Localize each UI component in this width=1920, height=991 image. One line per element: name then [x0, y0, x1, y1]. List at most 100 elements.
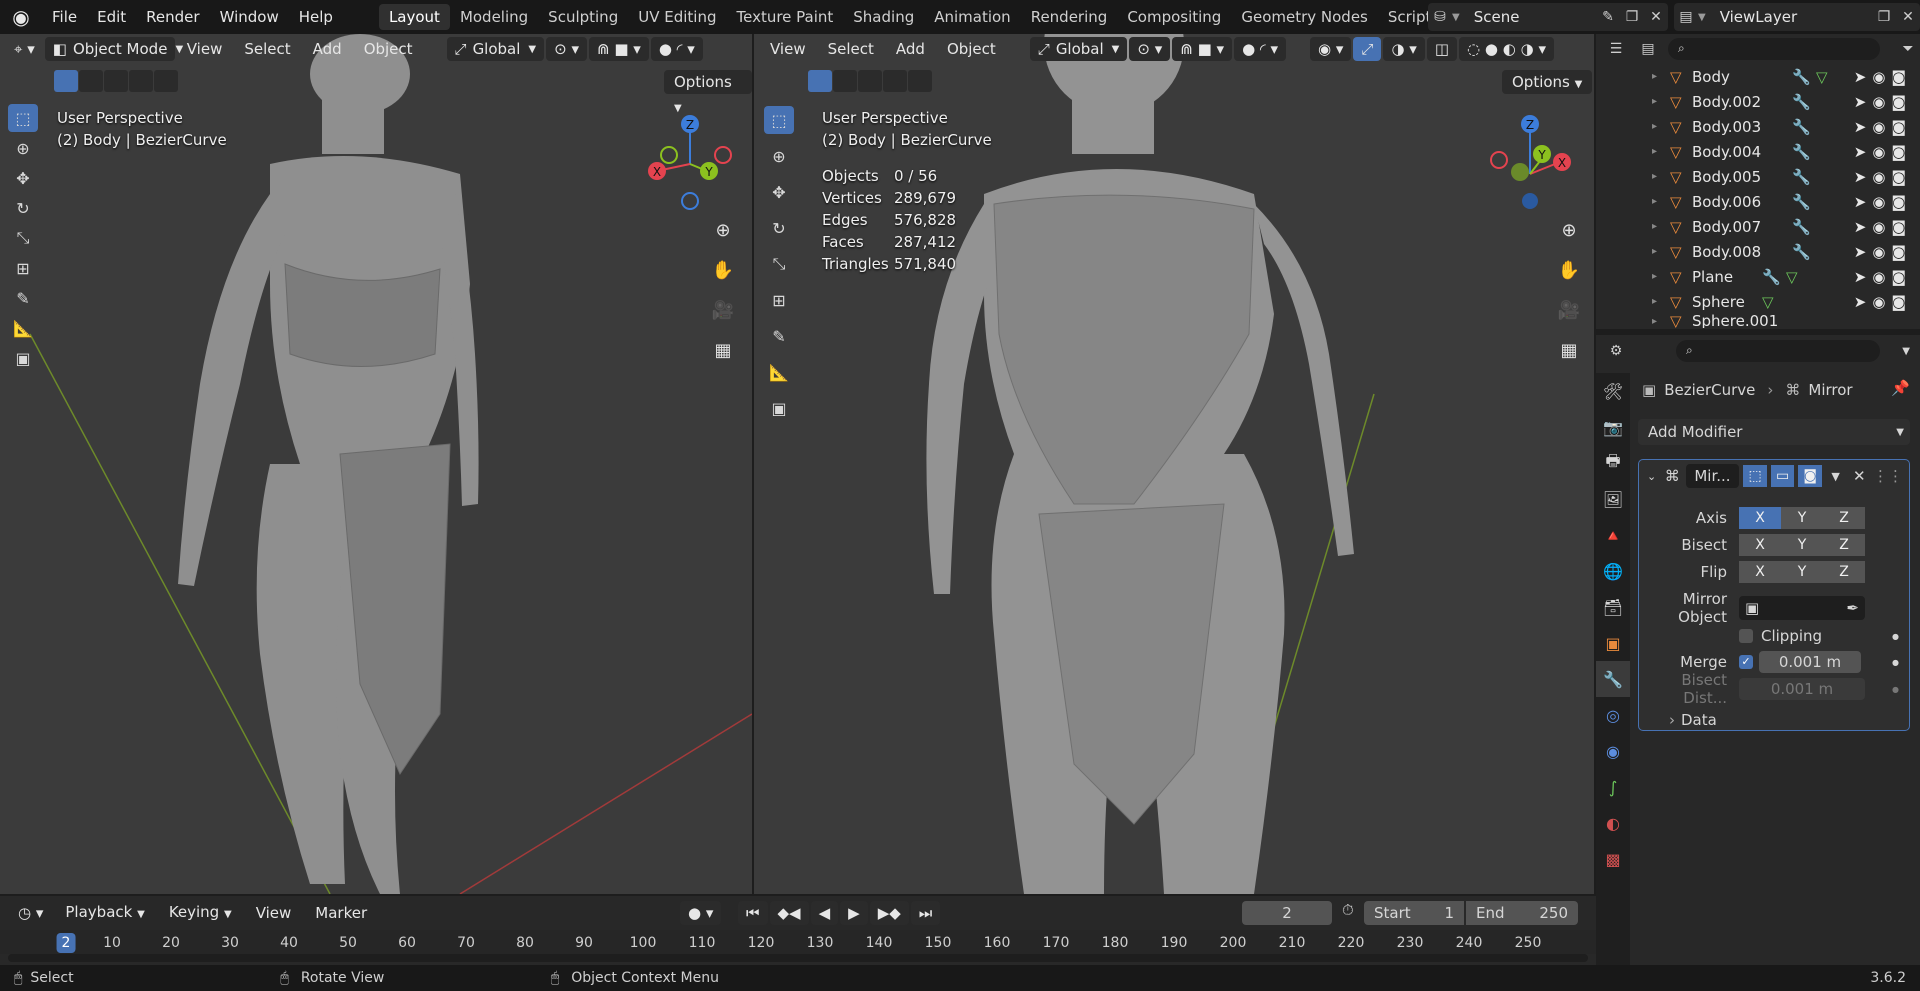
- scene-selector[interactable]: ⛁ ▼ Scene ✎ ❐ ✕: [1428, 3, 1668, 31]
- visibility-icons[interactable]: ➤◉◙: [1854, 118, 1912, 136]
- render-tab-icon[interactable]: 📷: [1596, 409, 1630, 445]
- collection-tab-icon[interactable]: 🗃: [1596, 589, 1630, 625]
- timeline-scrollbar[interactable]: [8, 954, 1588, 962]
- move-tool-icon[interactable]: ✥: [8, 164, 38, 192]
- annotate-tool-icon[interactable]: ✎: [764, 322, 794, 350]
- play-reverse-icon[interactable]: ◀: [810, 901, 839, 925]
- pivot-dropdown[interactable]: ⊙ ▾: [1129, 37, 1171, 61]
- add-cube-tool-icon[interactable]: ▣: [8, 344, 38, 372]
- visibility-icons[interactable]: ➤◉◙: [1854, 293, 1912, 311]
- drag-handle-icon[interactable]: ⋮⋮: [1873, 467, 1903, 485]
- flip-y-toggle[interactable]: Y: [1781, 560, 1823, 583]
- selection-mode-buttons[interactable]: [54, 70, 179, 92]
- list-item[interactable]: ▸ ▽ Plane 🔧 ▽ ➤◉◙: [1652, 264, 1920, 289]
- flip-z-toggle[interactable]: Z: [1823, 560, 1865, 583]
- new-view-layer-icon[interactable]: ❐: [1872, 5, 1896, 29]
- jump-end-icon[interactable]: ⏭: [910, 901, 941, 925]
- menu-window[interactable]: Window: [210, 0, 289, 34]
- keyframe-dot-icon[interactable]: ●: [1892, 632, 1899, 641]
- rotate-tool-icon[interactable]: ↻: [8, 194, 38, 222]
- scene-name[interactable]: Scene: [1474, 8, 1596, 26]
- select-tool-icon[interactable]: ⬚: [764, 106, 794, 134]
- list-item[interactable]: ▸ ▽ Body.005 🔧 ➤◉◙: [1652, 164, 1920, 189]
- menu-object[interactable]: Object: [937, 34, 1006, 64]
- grid-icon[interactable]: ▦: [1553, 334, 1585, 366]
- expand-icon[interactable]: ▸: [1652, 196, 1670, 207]
- record-button[interactable]: ● ▾: [680, 901, 722, 925]
- close-icon[interactable]: ✕: [1849, 467, 1869, 485]
- playback-menu[interactable]: Playback ▼: [55, 897, 154, 930]
- filter-icon[interactable]: ⏷: [1896, 37, 1920, 61]
- menu-help[interactable]: Help: [289, 0, 343, 34]
- merge-distance-field[interactable]: 0.001 m: [1759, 651, 1861, 673]
- list-item[interactable]: ▸ ▽ Body.002 🔧 ➤◉◙: [1652, 89, 1920, 114]
- object-mode-dropdown[interactable]: ◧ Object Mode ▼: [44, 37, 183, 61]
- select-intersect-icon[interactable]: [908, 70, 932, 92]
- modifier-name-field[interactable]: Mir...: [1686, 464, 1740, 488]
- menu-view[interactable]: View: [246, 898, 302, 928]
- clipping-checkbox[interactable]: [1739, 629, 1753, 643]
- list-item[interactable]: ▸ ▽ Body.006 🔧 ➤◉◙: [1652, 189, 1920, 214]
- pin-icon[interactable]: ✎: [1596, 5, 1620, 29]
- chevron-down-icon[interactable]: ▼: [1826, 470, 1846, 483]
- expand-icon[interactable]: ▸: [1652, 71, 1670, 82]
- zoom-icon[interactable]: ⊕: [1553, 214, 1585, 246]
- timeline-editor-icon[interactable]: ◷ ▾: [10, 901, 51, 925]
- pivot-dropdown[interactable]: ⊙ ▾: [546, 37, 587, 61]
- visibility-icons[interactable]: ➤◉◙: [1854, 218, 1912, 236]
- expand-icon[interactable]: ▸: [1652, 246, 1670, 257]
- texture-tab-icon[interactable]: ▩: [1596, 841, 1630, 877]
- cursor-tool-icon[interactable]: ⊕: [8, 134, 38, 162]
- orientation-dropdown[interactable]: ⤢ Global ▼: [446, 37, 545, 61]
- tab-layout[interactable]: Layout: [378, 4, 450, 30]
- scale-tool-icon[interactable]: ⤡: [764, 250, 794, 278]
- jump-start-icon[interactable]: ⏮: [738, 901, 768, 925]
- add-modifier-dropdown[interactable]: Add Modifier ▼: [1638, 419, 1910, 445]
- keying-menu[interactable]: Keying ▼: [159, 897, 242, 930]
- viewport-toggle-icon[interactable]: ▭: [1770, 465, 1795, 487]
- visibility-icons[interactable]: ➤◉◙: [1854, 243, 1912, 261]
- navigation-gizmo-left[interactable]: Z X Y: [640, 104, 740, 214]
- tab-rendering[interactable]: Rendering: [1021, 4, 1118, 30]
- visibility-icons[interactable]: ➤◉◙: [1854, 268, 1912, 286]
- menu-file[interactable]: File: [42, 0, 87, 34]
- menu-view[interactable]: View: [177, 34, 233, 64]
- start-frame-field[interactable]: Start 1: [1364, 901, 1464, 925]
- curve-data-tab-icon[interactable]: ∫: [1596, 769, 1630, 805]
- tab-animation[interactable]: Animation: [924, 4, 1020, 30]
- particles-tab-icon[interactable]: ◎: [1596, 697, 1630, 733]
- xray-toggle[interactable]: ◫: [1426, 37, 1458, 61]
- measure-tool-icon[interactable]: 📐: [8, 314, 38, 342]
- visibility-icons[interactable]: ➤◉◙: [1854, 168, 1912, 186]
- transform-tool-icon[interactable]: ⊞: [764, 286, 794, 314]
- axis-x-toggle[interactable]: X: [1739, 506, 1781, 529]
- tab-texture-paint[interactable]: Texture Paint: [726, 4, 843, 30]
- prev-keyframe-icon[interactable]: ◆◀: [769, 901, 809, 925]
- bisect-distance-field[interactable]: 0.001 m: [1739, 678, 1865, 700]
- object-tab-icon[interactable]: ▣: [1596, 625, 1630, 661]
- tab-compositing[interactable]: Compositing: [1117, 4, 1231, 30]
- camera-icon[interactable]: 🎥: [707, 294, 739, 326]
- outliner-editor-icon[interactable]: ☰: [1604, 37, 1628, 61]
- edit-mode-toggle-icon[interactable]: ⬚: [1743, 465, 1767, 487]
- menu-marker[interactable]: Marker: [305, 898, 377, 928]
- keyframe-dot-icon[interactable]: ●: [1892, 658, 1899, 667]
- list-item[interactable]: ▸ ▽ Body.008 🔧 ➤◉◙: [1652, 239, 1920, 264]
- frame-ruler[interactable]: 2 10 20 30 40 50 60 70 80 90 100 110 120 130 140 150 160…: [0, 930, 1596, 954]
- proportional-edit-toggle[interactable]: ● ◜ ▾: [650, 37, 703, 61]
- cursor-tool-icon[interactable]: ⊕: [764, 142, 794, 170]
- axis-y-toggle[interactable]: Y: [1781, 506, 1823, 529]
- rotate-tool-icon[interactable]: ↻: [764, 214, 794, 242]
- selection-mode-buttons[interactable]: [808, 70, 933, 92]
- visibility-icons[interactable]: ➤◉◙: [1854, 68, 1912, 86]
- new-scene-icon[interactable]: ❐: [1620, 5, 1644, 29]
- pin-icon[interactable]: 📌: [1891, 379, 1910, 397]
- list-item[interactable]: ▸ ▽ Body.004 🔧 ➤◉◙: [1652, 139, 1920, 164]
- annotate-tool-icon[interactable]: ✎: [8, 284, 38, 312]
- options-dropdown[interactable]: Options ▼: [664, 70, 752, 114]
- visibility-icons[interactable]: ➤◉◙: [1854, 193, 1912, 211]
- keyframe-dot-icon[interactable]: ●: [1892, 685, 1899, 694]
- modifier-tab-icon[interactable]: 🔧: [1596, 661, 1630, 697]
- select-subtract-icon[interactable]: [858, 70, 882, 92]
- tab-modeling[interactable]: Modeling: [450, 4, 538, 30]
